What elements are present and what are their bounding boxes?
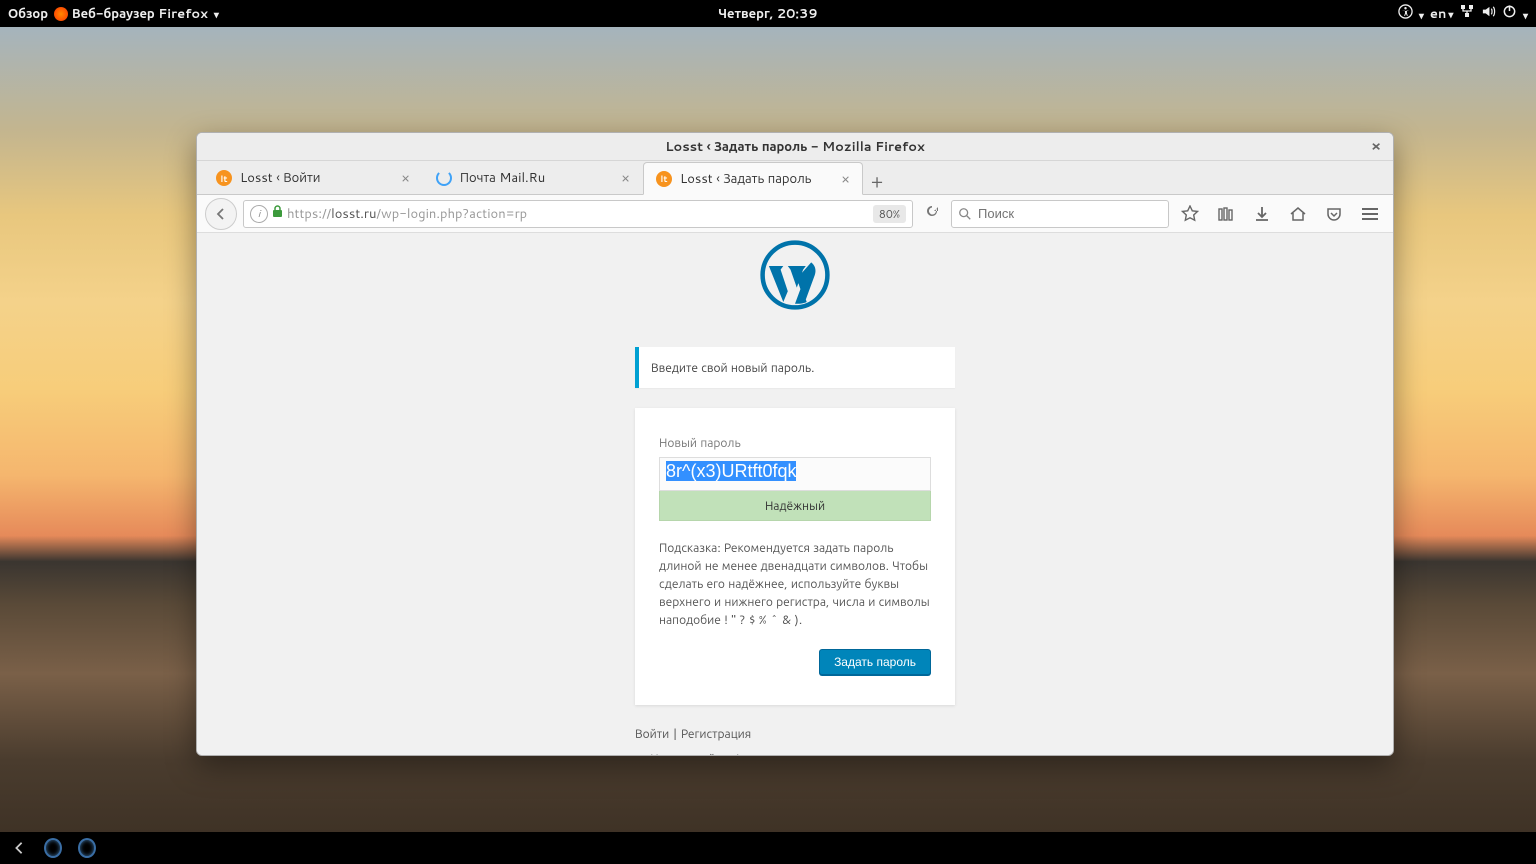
bookmark-star-icon[interactable] [1175,199,1205,229]
panel-back-button[interactable] [10,839,28,857]
search-input[interactable] [978,206,1162,221]
bottom-panel [0,832,1536,864]
input-language[interactable]: en [1430,5,1453,23]
tab-title: Почта Mail.Ru [460,169,613,187]
password-strength: Надёжный [659,491,931,521]
activities-button[interactable]: Обзор [8,5,48,23]
window-close-button[interactable]: × [1371,139,1385,153]
password-form: Новый пароль 8r^(x3)URtft0fqk Надёжный П… [635,408,955,705]
reload-button[interactable] [919,203,945,224]
library-icon[interactable] [1211,199,1241,229]
loading-spinner-icon [436,170,452,186]
password-label: Новый пароль [659,434,931,451]
browser-tab[interactable]: lt Losst ‹ Войти × [203,161,423,194]
tab-close-button[interactable]: × [401,168,410,188]
accessibility-icon[interactable] [1398,4,1424,24]
url-bar[interactable]: i https://losst.ru/wp-login.php?action=r… [243,200,913,228]
page-content: Введите свой новый пароль. Новый пароль … [197,233,1393,755]
login-link[interactable]: Войти [635,725,669,742]
firefox-window: Losst ‹ Задать пароль - Mozilla Firefox … [196,132,1394,756]
auth-links: Войти | Регистрация [635,725,955,742]
password-hint: Подсказка: Рекомендуется задать пароль д… [659,539,931,629]
back-button[interactable] [205,198,237,230]
browser-tab[interactable]: lt Losst ‹ Задать пароль × [643,162,863,195]
search-box[interactable] [951,200,1169,228]
favicon-icon: lt [656,171,672,187]
menu-button[interactable] [1355,199,1385,229]
register-link[interactable]: Регистрация [681,725,751,742]
window-title: Losst ‹ Задать пароль - Mozilla Firefox [665,138,925,156]
lock-icon [272,205,283,222]
window-titlebar: Losst ‹ Задать пароль - Mozilla Firefox … [197,133,1393,161]
set-password-button[interactable]: Задать пароль [819,649,931,675]
firefox-icon [54,7,68,21]
wordpress-logo-icon[interactable] [753,233,837,317]
tab-bar: lt Losst ‹ Войти × Почта Mail.Ru × lt Lo… [197,161,1393,195]
browser-tab[interactable]: Почта Mail.Ru × [423,161,643,194]
tab-title: Losst ‹ Войти [240,169,393,187]
tab-close-button[interactable]: × [841,169,850,189]
tab-title: Losst ‹ Задать пароль [680,170,833,188]
url-text: https://losst.ru/wp-login.php?action=rp [287,205,869,223]
power-icon[interactable] [1502,4,1528,24]
favicon-icon: lt [216,170,232,186]
gnome-top-bar: Обзор Веб-браузер Firefox Четверг, 20:39… [0,0,1536,27]
search-icon [958,207,972,221]
clock[interactable]: Четверг, 20:39 [718,5,817,23]
navigation-toolbar: i https://losst.ru/wp-login.php?action=r… [197,195,1393,233]
volume-icon[interactable] [1481,4,1496,24]
zoom-indicator[interactable]: 80% [873,205,906,223]
site-info-icon[interactable]: i [250,205,268,223]
back-to-site-link[interactable]: ← Назад к сайту «Losst» [635,750,771,755]
network-icon[interactable] [1459,3,1475,24]
app-launcher-2[interactable] [78,839,96,857]
app-menu[interactable]: Веб-браузер Firefox [54,5,219,23]
password-input[interactable]: 8r^(x3)URtft0fqk [659,457,931,491]
app-launcher-1[interactable] [44,839,62,857]
message-box: Введите свой новый пароль. [635,347,955,388]
home-icon[interactable] [1283,199,1313,229]
new-tab-button[interactable]: + [863,168,891,194]
downloads-icon[interactable] [1247,199,1277,229]
tab-close-button[interactable]: × [621,168,630,188]
pocket-icon[interactable] [1319,199,1349,229]
